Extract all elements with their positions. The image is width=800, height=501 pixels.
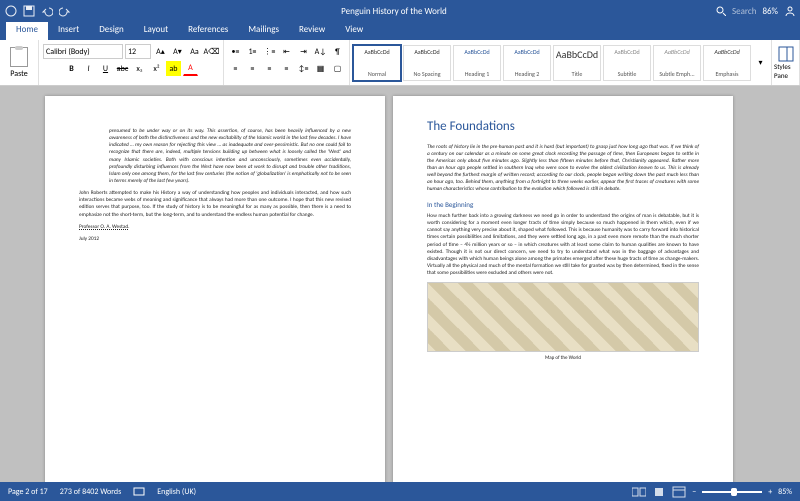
style-normal[interactable]: AaBbCcDdNormal xyxy=(353,45,401,81)
shading-button[interactable]: ▦ xyxy=(313,61,328,76)
page-right[interactable]: The Foundations The roots of history lie… xyxy=(393,96,733,482)
clipboard-icon xyxy=(10,47,28,67)
superscript-button[interactable]: x² xyxy=(149,61,164,76)
numbering-button[interactable]: 1≡ xyxy=(245,44,260,59)
ribbon-tabs: Home Insert Design Layout References Mai… xyxy=(0,22,800,40)
decrease-indent-button[interactable]: ⇤ xyxy=(279,44,294,59)
undo-icon[interactable] xyxy=(40,4,54,18)
bold-button[interactable]: B xyxy=(64,61,79,76)
tab-references[interactable]: References xyxy=(178,22,238,40)
subscript-button[interactable]: x₂ xyxy=(132,61,147,76)
style-subtitle[interactable]: AaBbCcDdSubtitle xyxy=(603,45,651,81)
styles-pane-button[interactable]: Styles Pane xyxy=(772,40,800,85)
strike-button[interactable]: abc xyxy=(115,61,130,76)
document-title: Penguin History of the World xyxy=(72,6,716,17)
page1-para1: presumed to be under way or on its way. … xyxy=(109,128,351,185)
tab-layout[interactable]: Layout xyxy=(134,22,178,40)
style-no-spacing[interactable]: AaBbCcDdNo Spacing xyxy=(403,45,451,81)
style-subtle-emph[interactable]: AaBbCcDdSubtle Emph... xyxy=(653,45,701,81)
page1-para2: John Roberts attempted to make his Histo… xyxy=(79,190,351,219)
style-heading1[interactable]: AaBbCcDdHeading 1 xyxy=(453,45,501,81)
clear-format-button[interactable]: A⌫ xyxy=(204,44,219,59)
font-size-select[interactable] xyxy=(125,44,151,59)
status-page[interactable]: Page 2 of 17 xyxy=(8,487,48,497)
search-icon[interactable] xyxy=(716,6,726,16)
zoom-out-button[interactable]: − xyxy=(692,487,696,497)
underline-button[interactable]: U xyxy=(98,61,113,76)
status-bar: Page 2 of 17 273 of 8402 Words English (… xyxy=(0,482,800,501)
show-marks-button[interactable]: ¶ xyxy=(330,44,345,59)
redo-icon[interactable] xyxy=(58,4,72,18)
multilevel-button[interactable]: ⋮≡ xyxy=(262,44,277,59)
top-zoom: 86% xyxy=(762,6,778,17)
increase-indent-button[interactable]: ⇥ xyxy=(296,44,311,59)
page1-author: Professor O. A. Westad. xyxy=(79,224,351,231)
style-emphasis[interactable]: AaBbCcDdEmphasis xyxy=(703,45,751,81)
page2-intro: The roots of history lie in the pre-huma… xyxy=(427,144,699,194)
page2-body: How much further back into a growing dar… xyxy=(427,213,699,277)
save-icon[interactable] xyxy=(22,4,36,18)
sort-button[interactable]: A↓ xyxy=(313,44,328,59)
page2-heading: The Foundations xyxy=(427,118,699,136)
justify-button[interactable]: ≡ xyxy=(279,61,294,76)
page1-date: July 2012 xyxy=(79,236,351,243)
line-spacing-button[interactable]: ↕≡ xyxy=(296,61,311,76)
tab-home[interactable]: Home xyxy=(6,22,48,40)
tab-review[interactable]: Review xyxy=(289,22,335,40)
change-case-button[interactable]: Aa xyxy=(187,44,202,59)
user-icon[interactable] xyxy=(784,5,796,17)
ribbon: Paste A▴ A▾ Aa A⌫ B I U abc x₂ x² ab A •… xyxy=(0,40,800,86)
align-left-button[interactable]: ≡ xyxy=(228,61,243,76)
align-right-button[interactable]: ≡ xyxy=(262,61,277,76)
app-menu-icon[interactable] xyxy=(4,4,18,18)
borders-button[interactable]: ▢ xyxy=(330,61,345,76)
font-color-button[interactable]: A xyxy=(183,61,198,76)
paste-button[interactable]: Paste xyxy=(4,43,34,83)
status-spellcheck-icon[interactable] xyxy=(133,487,145,497)
view-read-icon[interactable] xyxy=(632,486,646,498)
tab-view[interactable]: View xyxy=(335,22,373,40)
view-web-icon[interactable] xyxy=(672,486,686,498)
tab-insert[interactable]: Insert xyxy=(48,22,89,40)
style-title[interactable]: AaBbCcDdTitle xyxy=(553,45,601,81)
font-name-select[interactable] xyxy=(43,44,123,59)
grow-font-button[interactable]: A▴ xyxy=(153,44,168,59)
zoom-slider[interactable] xyxy=(702,491,762,493)
document-area[interactable]: presumed to be under way or on its way. … xyxy=(0,86,800,482)
status-words[interactable]: 273 of 8402 Words xyxy=(60,487,121,497)
italic-button[interactable]: I xyxy=(81,61,96,76)
style-heading2[interactable]: AaBbCcDdHeading 2 xyxy=(503,45,551,81)
paste-label: Paste xyxy=(10,69,27,79)
shrink-font-button[interactable]: A▾ xyxy=(170,44,185,59)
highlight-button[interactable]: ab xyxy=(166,61,181,76)
map-caption: Map of the World xyxy=(427,355,699,362)
view-print-icon[interactable] xyxy=(652,486,666,498)
status-zoom[interactable]: 85% xyxy=(778,487,792,497)
page-left[interactable]: presumed to be under way or on its way. … xyxy=(45,96,385,482)
world-map-image xyxy=(427,282,699,352)
styles-more-button[interactable]: ▾ xyxy=(753,55,768,70)
search-placeholder[interactable]: Search xyxy=(732,6,756,17)
zoom-in-button[interactable]: + xyxy=(768,487,772,497)
align-center-button[interactable]: ≡ xyxy=(245,61,260,76)
tab-design[interactable]: Design xyxy=(89,22,134,40)
status-language[interactable]: English (UK) xyxy=(157,487,196,497)
bullets-button[interactable]: •≡ xyxy=(228,44,243,59)
page2-subheading: In the Beginning xyxy=(427,200,699,209)
tab-mailings[interactable]: Mailings xyxy=(238,22,289,40)
